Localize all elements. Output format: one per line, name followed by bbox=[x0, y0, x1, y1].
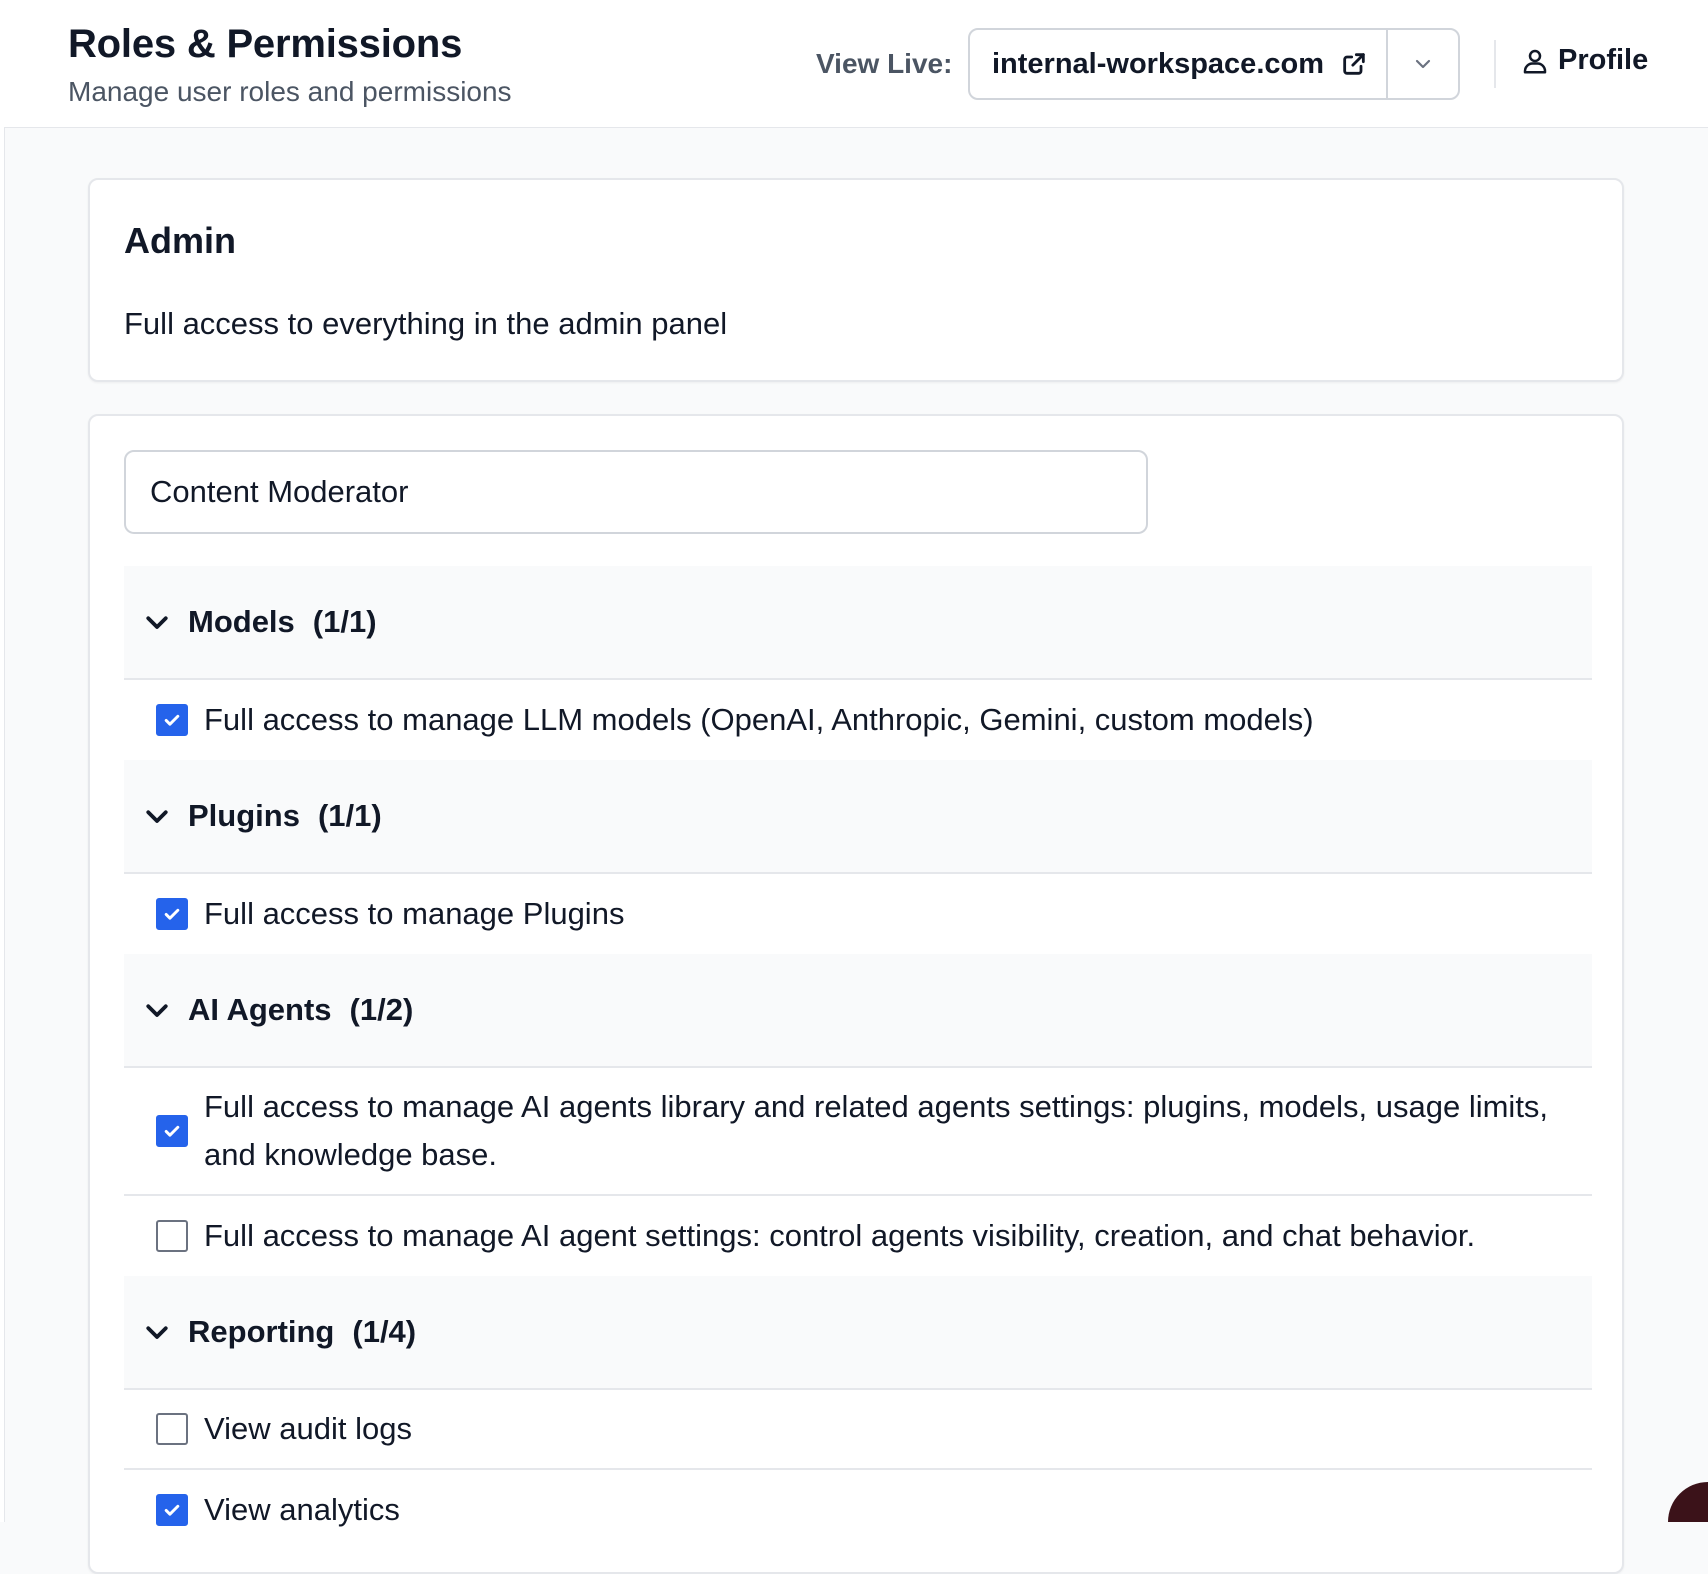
live-domain-link[interactable]: internal-workspace.com bbox=[970, 30, 1386, 98]
group-count: (1/2) bbox=[349, 992, 414, 1027]
permission-label: Full access to manage Plugins bbox=[204, 896, 625, 931]
permission-row[interactable]: View audit logs bbox=[124, 1390, 1592, 1470]
permission-checkbox[interactable] bbox=[156, 1494, 188, 1526]
group-header-ai-agents[interactable]: AI Agents (1/2) bbox=[124, 954, 1592, 1068]
group-title: Reporting bbox=[188, 1314, 335, 1349]
live-domain-select: internal-workspace.com bbox=[968, 28, 1460, 100]
live-domain-text: internal-workspace.com bbox=[992, 47, 1324, 80]
group-count: (1/1) bbox=[317, 798, 382, 833]
permission-row[interactable]: Full access to manage AI agent settings:… bbox=[124, 1196, 1592, 1276]
group-header-plugins[interactable]: Plugins (1/1) bbox=[124, 760, 1592, 874]
group-header-models[interactable]: Models (1/1) bbox=[124, 566, 1592, 680]
permission-row[interactable]: Full access to manage LLM models (OpenAI… bbox=[124, 680, 1592, 760]
check-icon bbox=[164, 1504, 180, 1516]
user-icon bbox=[1523, 49, 1547, 73]
permission-groups: Models (1/1) Full access to manage LLM m… bbox=[124, 566, 1592, 1550]
permission-checkbox[interactable] bbox=[156, 704, 188, 736]
external-link-icon bbox=[1343, 53, 1365, 75]
check-icon bbox=[164, 1125, 180, 1137]
check-icon bbox=[164, 908, 180, 920]
permission-row[interactable]: View analytics bbox=[124, 1470, 1592, 1550]
permission-label: Full access to manage LLM models (OpenAI… bbox=[204, 702, 1314, 737]
permission-label: Full access to manage AI agent settings:… bbox=[204, 1218, 1476, 1253]
group-count: (1/4) bbox=[352, 1314, 417, 1349]
permission-label: View analytics bbox=[204, 1492, 400, 1527]
permission-label: Full access to manage AI agents library … bbox=[204, 1089, 1549, 1172]
profile-label: Profile bbox=[1558, 44, 1649, 76]
role-description: Full access to everything in the admin p… bbox=[124, 306, 728, 341]
permission-checkbox[interactable] bbox=[156, 1115, 188, 1147]
permission-checkbox[interactable] bbox=[156, 1220, 188, 1252]
top-header: Roles & Permissions Manage user roles an… bbox=[4, 0, 1708, 128]
permission-row[interactable]: Full access to manage AI agents library … bbox=[124, 1068, 1592, 1196]
role-name-input[interactable] bbox=[124, 450, 1148, 534]
live-domain-dropdown-button[interactable] bbox=[1386, 30, 1458, 98]
role-editor-card: Models (1/1) Full access to manage LLM m… bbox=[88, 414, 1624, 1574]
chevron-down-icon bbox=[1415, 59, 1431, 69]
group-title: AI Agents bbox=[188, 992, 332, 1027]
group-title: Plugins bbox=[188, 798, 300, 833]
chevron-down-icon bbox=[146, 616, 168, 629]
group-title: Models bbox=[188, 604, 295, 639]
permission-checkbox[interactable] bbox=[156, 1413, 188, 1445]
permission-row[interactable]: Full access to manage Plugins bbox=[124, 874, 1592, 954]
header-divider bbox=[1494, 40, 1496, 88]
admin-role-card[interactable]: Admin Full access to everything in the a… bbox=[88, 178, 1624, 382]
group-count: (1/1) bbox=[312, 604, 377, 639]
permission-checkbox[interactable] bbox=[156, 898, 188, 930]
view-live-label: View Live: bbox=[816, 48, 953, 79]
page-title: Roles & Permissions bbox=[68, 22, 463, 66]
profile-button[interactable]: Profile bbox=[1520, 44, 1648, 77]
corner-accent bbox=[1668, 1482, 1708, 1522]
group-header-reporting[interactable]: Reporting (1/4) bbox=[124, 1276, 1592, 1390]
chevron-down-icon bbox=[146, 1326, 168, 1339]
check-icon bbox=[164, 714, 180, 726]
chevron-down-icon bbox=[146, 1004, 168, 1017]
role-name: Admin bbox=[124, 220, 236, 261]
chevron-down-icon bbox=[146, 810, 168, 823]
permission-label: View audit logs bbox=[204, 1411, 412, 1446]
page-subtitle: Manage user roles and permissions bbox=[68, 76, 512, 107]
sidebar-edge bbox=[0, 0, 5, 1522]
